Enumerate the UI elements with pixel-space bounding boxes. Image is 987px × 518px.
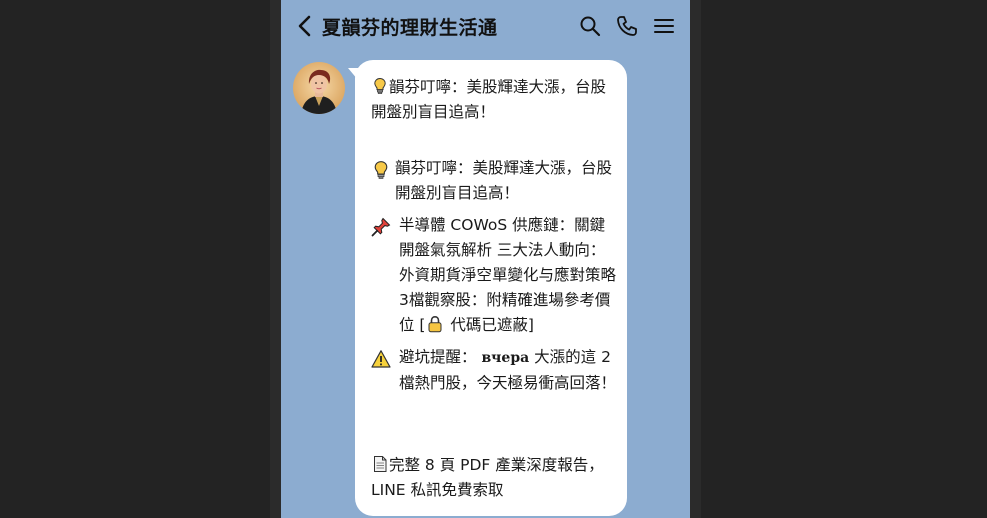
chat-header: 夏韻芬的理財生活通 <box>281 0 690 52</box>
intro-text: 韻芬叮嚀：美股輝達大漲，台股開盤別盲目追高！ <box>371 78 607 121</box>
menu-button[interactable] <box>653 15 675 37</box>
bullet-foreign-word: вчера <box>481 350 530 366</box>
lock-icon <box>428 315 442 333</box>
hamburger-menu-icon <box>654 19 674 33</box>
bubble-tail <box>348 68 358 80</box>
warning-icon <box>371 350 391 368</box>
bullet-text-part: 代碼已遮蔽] <box>445 316 534 334</box>
bullet-text-part: 避坑提醒： <box>399 348 477 366</box>
back-button[interactable] <box>295 13 315 39</box>
call-button[interactable] <box>616 15 638 37</box>
message-bubble[interactable]: 韻芬叮嚀：美股輝達大漲，台股開盤別盲目追高！ 韻芬叮嚀：美股輝達大漲，台股開盤別… <box>348 60 627 516</box>
sender-avatar[interactable] <box>293 62 345 114</box>
chat-panel: 夏韻芬的理財生活通 韻芬叮嚀：美股輝達大漲，台股開盤別盲目追高！ 韻芬叮嚀：美股… <box>281 0 690 518</box>
chat-title: 夏韻芬的理財生活通 <box>322 17 498 39</box>
search-button[interactable] <box>579 15 601 37</box>
bullet-text: 韻芬叮嚀：美股輝達大漲，台股開盤別盲目追高！ <box>395 159 613 202</box>
lightbulb-icon <box>374 161 388 179</box>
avatar-portrait <box>293 62 345 114</box>
footer-text: 完整 8 頁 PDF 產業深度報告，LINE 私訊免費索取 <box>371 456 604 499</box>
search-icon <box>580 16 601 37</box>
chevron-left-icon <box>298 15 311 37</box>
bullet-text: 半導體 COWoS 供應鏈：關鍵開盤氣氛解析 三大法人動向：外資期貨淨空單變化与… <box>399 213 617 338</box>
lightbulb-icon <box>374 77 386 94</box>
document-icon <box>374 456 387 472</box>
phone-icon <box>617 16 637 36</box>
pushpin-icon <box>371 217 391 237</box>
message-footer: 完整 8 頁 PDF 產業深度報告，LINE 私訊免費索取 <box>371 453 615 503</box>
bullet-text: 避坑提醒： вчера 大漲的這 2 檔熱門股，今天極易衝高回落！ <box>399 345 617 396</box>
message-intro: 韻芬叮嚀：美股輝達大漲，台股開盤別盲目追高！ <box>371 75 615 125</box>
